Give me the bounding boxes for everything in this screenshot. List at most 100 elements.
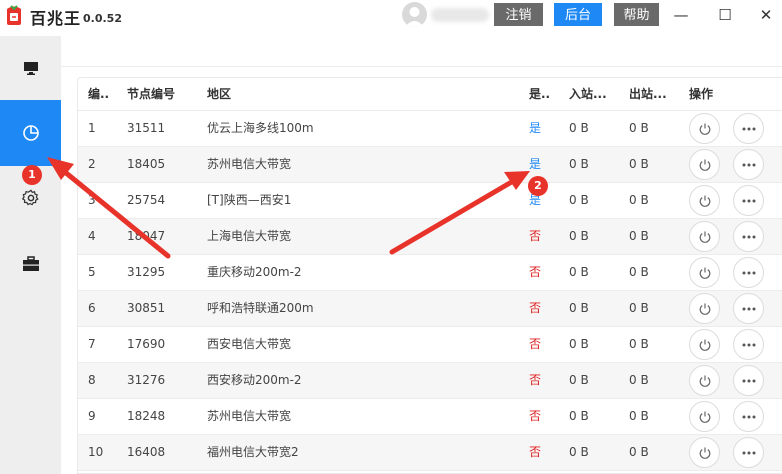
row-number: 1 xyxy=(88,121,96,135)
row-outbound: 0 B xyxy=(629,301,649,315)
toolbox-icon xyxy=(22,256,39,271)
logout-button[interactable]: 注销 xyxy=(494,3,543,26)
row-outbound: 0 B xyxy=(629,373,649,387)
power-button[interactable] xyxy=(689,149,720,180)
table-row[interactable]: 6 30851 呼和浩特联通200m 否 0 B 0 B xyxy=(78,291,782,327)
row-inbound: 0 B xyxy=(569,373,589,387)
row-region: [T]陕西—西安1 xyxy=(207,193,292,207)
table-header: 编.. 节点编号 地区 是.. 入站... 出站... 操作 xyxy=(78,78,782,111)
header-outbound[interactable]: 出站... xyxy=(629,78,667,111)
sidebar-item-monitor[interactable] xyxy=(0,36,61,100)
more-button[interactable] xyxy=(733,113,764,144)
row-inbound: 0 B xyxy=(569,337,589,351)
more-dots-icon xyxy=(742,163,755,166)
row-outbound: 0 B xyxy=(629,337,649,351)
pie-chart-icon xyxy=(22,125,39,141)
table-row[interactable]: 9 18248 苏州电信大带宽 否 0 B 0 B xyxy=(78,399,782,435)
row-inbound: 0 B xyxy=(569,121,589,135)
row-region: 福州电信大带宽2 xyxy=(207,445,299,459)
row-number: 3 xyxy=(88,193,96,207)
row-outbound: 0 B xyxy=(629,445,649,459)
maximize-button[interactable]: ☐ xyxy=(714,4,736,26)
power-button[interactable] xyxy=(689,185,720,216)
row-region: 优云上海多线100m xyxy=(207,121,314,135)
admin-button[interactable]: 后台 xyxy=(554,3,602,26)
power-icon xyxy=(699,123,710,135)
more-button[interactable] xyxy=(733,293,764,324)
more-button[interactable] xyxy=(733,185,764,216)
table-row[interactable]: 10 16408 福州电信大带宽2 否 0 B 0 B xyxy=(78,435,782,471)
row-inbound: 0 B xyxy=(569,409,589,423)
power-button[interactable] xyxy=(689,221,720,252)
power-button[interactable] xyxy=(689,293,720,324)
power-icon xyxy=(699,195,710,207)
annotation-badge-1: 1 xyxy=(22,165,42,185)
more-button[interactable] xyxy=(733,329,764,360)
header-flag[interactable]: 是.. xyxy=(529,78,550,111)
power-icon xyxy=(699,267,710,279)
monitor-icon xyxy=(23,62,38,75)
row-node-id: 31511 xyxy=(127,121,166,135)
divider xyxy=(61,66,782,67)
minimize-button[interactable]: — xyxy=(670,4,692,26)
row-flag: 否 xyxy=(529,229,542,243)
power-button[interactable] xyxy=(689,113,720,144)
power-button[interactable] xyxy=(689,329,720,360)
power-button[interactable] xyxy=(689,437,720,468)
row-node-id: 17690 xyxy=(127,337,166,351)
table-row[interactable]: 1 31511 优云上海多线100m 是 0 B 0 B xyxy=(78,111,782,147)
power-icon xyxy=(699,447,710,459)
power-button[interactable] xyxy=(689,257,720,288)
row-region: 重庆移动200m-2 xyxy=(207,265,302,279)
row-number: 8 xyxy=(88,373,96,387)
row-inbound: 0 B xyxy=(569,193,589,207)
more-button[interactable] xyxy=(733,221,764,252)
row-outbound: 0 B xyxy=(629,121,649,135)
more-button[interactable] xyxy=(733,401,764,432)
table-row[interactable]: 3 25754 [T]陕西—西安1 是 0 B0 B xyxy=(78,183,782,219)
header-no[interactable]: 编.. xyxy=(88,78,109,111)
more-dots-icon xyxy=(742,235,755,238)
row-number: 2 xyxy=(88,157,96,171)
more-dots-icon xyxy=(742,199,755,202)
power-button[interactable] xyxy=(689,365,720,396)
row-outbound: 0 B xyxy=(629,157,649,171)
more-button[interactable] xyxy=(733,257,764,288)
sidebar-item-tools[interactable] xyxy=(0,232,61,296)
table-row[interactable]: 5 31295 重庆移动200m-2 否 0 B 0 B xyxy=(78,255,782,291)
title-bar: 百兆王 0.0.52 注销 后台 帮助 — ☐ ✕ xyxy=(0,0,782,30)
table-row[interactable]: 7 17690 西安电信大带宽 否 0 B 0 B xyxy=(78,327,782,363)
row-outbound: 0 B xyxy=(629,193,649,207)
row-number: 7 xyxy=(88,337,96,351)
row-flag: 否 xyxy=(529,373,542,387)
row-region: 苏州电信大带宽 xyxy=(207,409,292,423)
row-outbound: 0 B xyxy=(629,409,649,423)
row-inbound: 0 B xyxy=(569,265,589,279)
more-button[interactable] xyxy=(733,437,764,468)
row-flag: 是 xyxy=(529,121,542,135)
help-button[interactable]: 帮助 xyxy=(614,3,659,26)
table-row[interactable]: 4 18047 上海电信大带宽 否 0 B 0 B xyxy=(78,219,782,255)
close-button[interactable]: ✕ xyxy=(755,4,777,26)
more-button[interactable] xyxy=(733,149,764,180)
header-node[interactable]: 节点编号 xyxy=(127,78,175,111)
main-panel: 编.. 节点编号 地区 是.. 入站... 出站... 操作 1 31511 优云上… xyxy=(61,36,782,474)
power-icon xyxy=(699,303,710,315)
header-region[interactable]: 地区 xyxy=(207,78,231,111)
table-row[interactable]: 2 18405 苏州电信大带宽是 0 B0 B xyxy=(78,147,782,183)
user-avatar[interactable] xyxy=(402,2,427,27)
more-dots-icon xyxy=(742,379,755,382)
power-button[interactable] xyxy=(689,401,720,432)
header-inbound[interactable]: 入站... xyxy=(569,78,607,111)
table-row[interactable]: 8 31276 西安移动200m-2 否 0 B 0 B xyxy=(78,363,782,399)
sidebar-item-stats[interactable] xyxy=(0,100,61,166)
row-outbound: 0 B xyxy=(629,229,649,243)
row-region: 苏州电信大带宽 xyxy=(207,157,292,171)
sidebar xyxy=(0,36,61,474)
app-version: 0.0.52 xyxy=(83,12,122,25)
power-icon xyxy=(699,231,710,243)
row-region: 西安移动200m-2 xyxy=(207,373,302,387)
row-node-id: 31295 xyxy=(127,265,166,279)
more-button[interactable] xyxy=(733,365,764,396)
annotation-badge-2: 2 xyxy=(528,176,548,196)
